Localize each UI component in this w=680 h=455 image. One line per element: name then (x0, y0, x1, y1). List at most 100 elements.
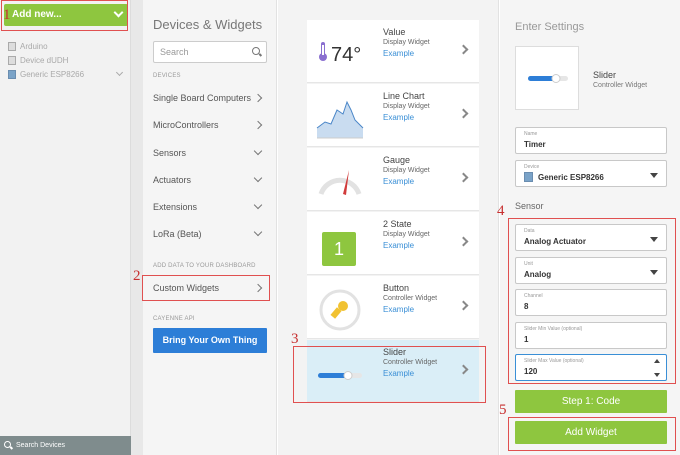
step-1-code-button[interactable]: Step 1: Code (515, 390, 667, 413)
annotation-box-3 (293, 346, 486, 403)
panel-title: Devices & Widgets (153, 17, 263, 32)
annotation-number-1: 1 (3, 7, 11, 23)
device-item-dudh[interactable]: Device dUDH (8, 54, 126, 67)
search-devices-label: Search Devices (16, 442, 66, 449)
name-field[interactable]: Name Timer (515, 127, 667, 154)
widget-name: Gauge (383, 155, 411, 165)
search-input[interactable]: Search (153, 41, 267, 63)
section-label-dashboard: ADD DATA TO YOUR DASHBOARD (153, 263, 256, 269)
example-link[interactable]: Example (383, 113, 414, 122)
board-icon (8, 70, 16, 79)
slider-icon (528, 74, 568, 83)
chevron-right-icon (253, 93, 263, 103)
category-microcontrollers[interactable]: MicroControllers (153, 117, 267, 133)
search-devices-bar[interactable]: Search Devices (0, 436, 131, 455)
dropdown-caret-icon (650, 173, 658, 178)
section-label-devices: DEVICES (153, 73, 181, 79)
widget-type: Display Widget (383, 167, 430, 174)
bring-your-own-thing-button[interactable]: Bring Your Own Thing (153, 328, 267, 353)
field-label: Name (524, 131, 538, 137)
device-item-arduino[interactable]: Arduino (8, 40, 126, 53)
app: Add new... Arduino Device dUDH Generic E… (0, 0, 680, 455)
example-link[interactable]: Example (383, 305, 414, 314)
annotation-number-4: 4 (497, 203, 505, 219)
annotation-number-2: 2 (133, 268, 141, 284)
chevron-right-icon (458, 44, 469, 55)
category-single-board-computers[interactable]: Single Board Computers (153, 90, 267, 106)
annotation-box-5 (508, 417, 676, 451)
chevron-down-icon[interactable] (115, 68, 124, 77)
preview-type: Controller Widget (593, 82, 648, 89)
widget-name: Value (383, 27, 406, 37)
chevron-down-icon (253, 146, 263, 156)
chevron-down-icon (253, 200, 263, 210)
section-label-cayenne-api: CAYENNE API (153, 316, 195, 322)
chevron-down-icon (253, 173, 263, 183)
categories-panel: Devices & Widgets Search DEVICES Single … (143, 0, 277, 455)
category-label: Single Board Computers (153, 93, 252, 103)
device-list: Arduino Device dUDH Generic ESP8266 (8, 40, 126, 82)
annotation-box-2 (142, 275, 270, 301)
field-value: Generic ESP8266 (538, 173, 604, 182)
chevron-right-icon (458, 300, 469, 311)
annotation-number-5: 5 (499, 402, 507, 418)
chevron-right-icon (458, 108, 469, 119)
widget-gauge[interactable]: Gauge Display Widget Example (307, 148, 479, 211)
widget-type: Display Widget (383, 103, 430, 110)
widget-preview (515, 46, 579, 110)
gauge-icon (315, 154, 365, 204)
widget-button[interactable]: Button Controller Widget Example (307, 276, 479, 339)
arduino-icon (8, 56, 16, 65)
annotation-number-3: 3 (291, 331, 299, 347)
example-link[interactable]: Example (383, 241, 414, 250)
line-chart-icon (315, 90, 365, 140)
category-sensors[interactable]: Sensors (153, 145, 267, 161)
board-icon (524, 172, 533, 182)
device-select[interactable]: Device Generic ESP8266 (515, 160, 667, 187)
widget-type: Display Widget (383, 231, 430, 238)
widget-type: Display Widget (383, 39, 430, 46)
gutter (131, 0, 143, 455)
button-icon (315, 282, 365, 332)
category-lora[interactable]: LoRa (Beta) (153, 226, 267, 242)
two-state-thumb-text: 1 (322, 232, 356, 266)
settings-title: Enter Settings (515, 21, 585, 33)
category-label: LoRa (Beta) (153, 229, 202, 239)
device-label: Arduino (20, 42, 48, 51)
search-icon (4, 441, 11, 448)
device-sidebar: Add new... Arduino Device dUDH Generic E… (0, 0, 131, 455)
category-label: Sensors (153, 148, 187, 158)
example-link[interactable]: Example (383, 49, 414, 58)
widget-value[interactable]: 74° Value Display Widget Example (307, 20, 479, 83)
chevron-down-icon (253, 227, 263, 237)
chevron-right-icon (458, 236, 469, 247)
chevron-right-icon (253, 120, 263, 130)
thermometer-icon: 74° (315, 26, 365, 76)
chevron-right-icon (458, 172, 469, 183)
category-extensions[interactable]: Extensions (153, 199, 267, 215)
category-label: Extensions (153, 202, 198, 212)
category-label: Actuators (153, 175, 192, 185)
widget-name: Line Chart (383, 91, 425, 101)
widget-name: 2 State (383, 219, 412, 229)
preview-name: Slider (593, 70, 617, 80)
widget-type: Controller Widget (383, 295, 438, 302)
field-value: Timer (524, 140, 546, 149)
device-label: Generic ESP8266 (20, 70, 85, 79)
field-label: Device (524, 164, 540, 170)
device-item-esp8266[interactable]: Generic ESP8266 (8, 68, 126, 81)
search-placeholder: Search (160, 47, 189, 57)
device-label: Device dUDH (20, 56, 69, 65)
two-state-icon: 1 (315, 218, 365, 268)
example-link[interactable]: Example (383, 177, 414, 186)
arduino-icon (8, 42, 16, 51)
widget-name: Button (383, 283, 410, 293)
category-actuators[interactable]: Actuators (153, 172, 267, 188)
widget-line-chart[interactable]: Line Chart Display Widget Example (307, 84, 479, 147)
category-label: MicroControllers (153, 120, 219, 130)
annotation-box-4 (508, 218, 676, 384)
annotation-box-1 (1, 0, 128, 31)
widget-2-state[interactable]: 1 2 State Display Widget Example (307, 212, 479, 275)
search-icon (252, 47, 260, 55)
value-thumb-text: 74° (331, 44, 362, 66)
